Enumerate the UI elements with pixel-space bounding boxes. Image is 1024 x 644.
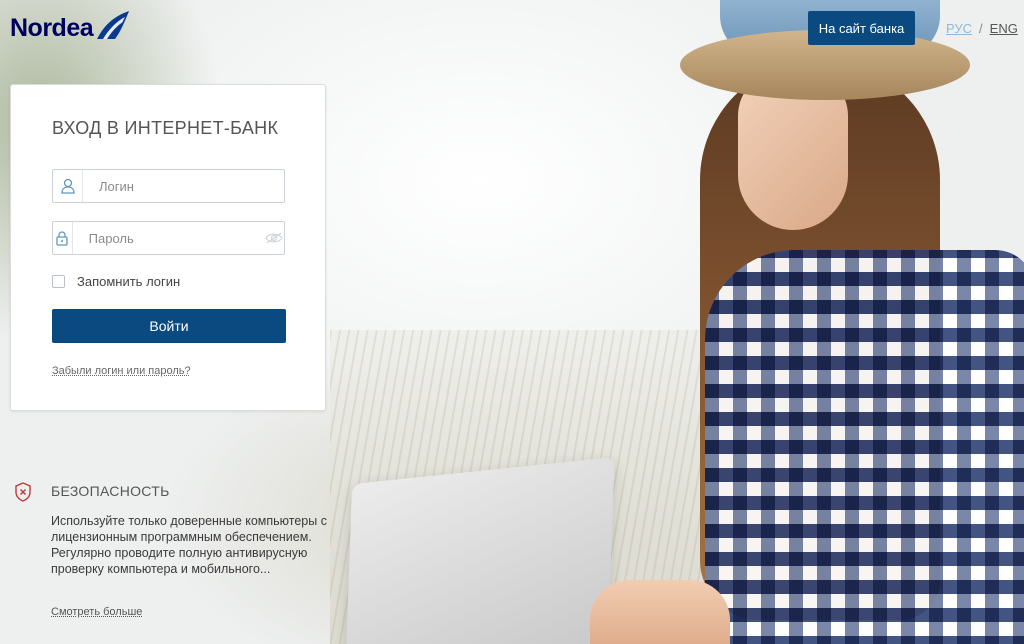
shield-icon [15, 482, 31, 502]
password-field[interactable] [52, 221, 285, 255]
background-shirt [705, 250, 1024, 644]
background-laptop [345, 456, 615, 644]
forgot-password-link[interactable]: Забыли логин или пароль? [52, 365, 191, 377]
security-text: Используйте только доверенные компьютеры… [51, 514, 327, 576]
password-input[interactable] [72, 222, 265, 254]
background-hand [590, 580, 730, 644]
security-title: БЕЗОПАСНОСТЬ [51, 483, 170, 499]
remember-login[interactable]: Запомнить логин [52, 274, 180, 289]
sail-logo-icon [97, 11, 130, 39]
remember-label: Запомнить логин [77, 274, 181, 289]
security-more-link[interactable]: Смотреть больше [51, 606, 142, 618]
eye-icon[interactable] [265, 222, 284, 254]
login-input[interactable] [83, 170, 284, 202]
lang-separator: / [979, 21, 983, 36]
lang-en-link[interactable]: ENG [990, 21, 1018, 36]
nordea-logo[interactable]: Nordea [10, 10, 131, 46]
remember-checkbox[interactable] [52, 275, 65, 288]
login-submit-button[interactable]: Войти [52, 309, 286, 343]
login-title: ВХОД В ИНТЕРНЕТ-БАНК [52, 118, 279, 138]
login-card: ВХОД В ИНТЕРНЕТ-БАНК Логин Запомнить лог… [10, 84, 326, 411]
lock-icon [53, 222, 73, 254]
language-switcher: РУС / ENG [944, 21, 1020, 36]
user-icon [53, 170, 83, 202]
lang-ru-link[interactable]: РУС [946, 21, 972, 36]
logo-text: Nordea [10, 13, 94, 42]
bank-site-button[interactable]: На сайт банка [808, 11, 915, 45]
login-field[interactable] [52, 169, 285, 203]
